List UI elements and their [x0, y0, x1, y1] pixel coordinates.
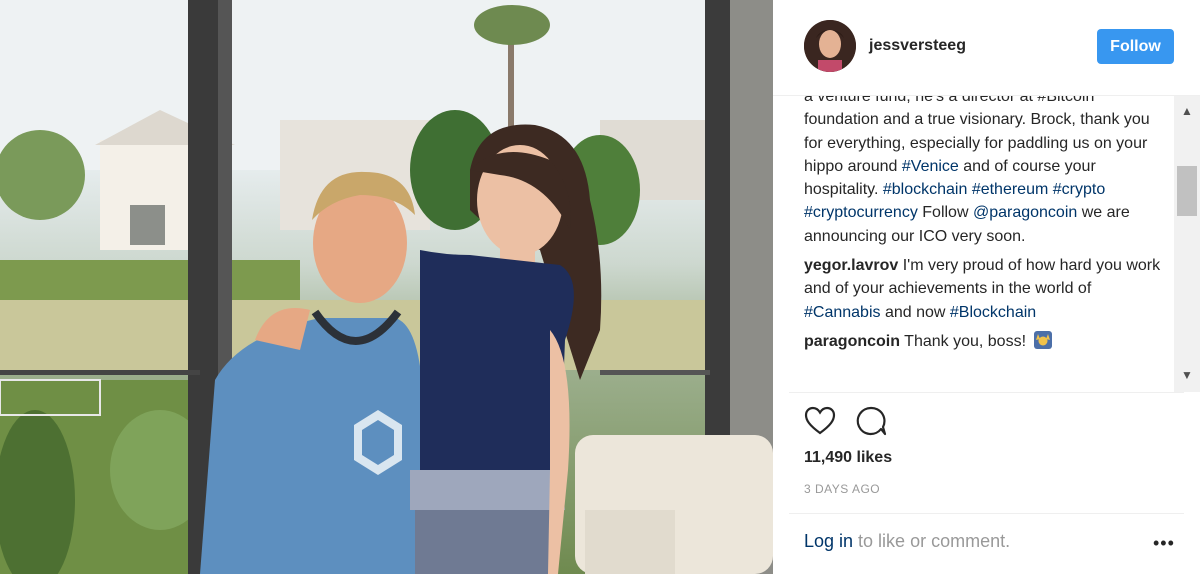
login-link[interactable]: Log in	[804, 531, 853, 551]
more-options-icon[interactable]: •••	[1153, 533, 1175, 554]
likes-count[interactable]: 11,490 likes	[804, 449, 892, 467]
caption-text: a venture fund, he's a director at #Bitc…	[804, 85, 1164, 248]
comment-username[interactable]: yegor.lavrov	[804, 257, 898, 274]
comments-scrollbar[interactable]: ▲ ▼	[1174, 96, 1200, 392]
avatar[interactable]	[804, 20, 856, 72]
comment-text: and now	[880, 303, 950, 321]
hashtag-venice[interactable]: #Venice	[902, 158, 959, 175]
mention-paragoncoin[interactable]: @paragoncoin	[973, 204, 1077, 221]
caption-segment: Follow	[917, 204, 973, 222]
scroll-down-arrow-icon[interactable]: ▼	[1174, 364, 1200, 386]
raising-hands-emoji-icon	[1034, 330, 1053, 349]
comment-username[interactable]: paragoncoin	[804, 333, 900, 350]
scroll-up-arrow-icon[interactable]: ▲	[1174, 100, 1200, 122]
post-photo[interactable]	[0, 0, 773, 574]
speech-bubble-icon[interactable]	[854, 404, 888, 438]
comment-text: Thank you, boss!	[900, 332, 1027, 350]
post-date: 3 DAYS AGO	[804, 482, 881, 496]
comments-content: a venture fund, he's a director at #Bitc…	[804, 85, 1164, 353]
comments-list[interactable]: a venture fund, he's a director at #Bitc…	[773, 82, 1173, 394]
login-prompt: Log in to like or comment.	[804, 531, 1010, 552]
hashtag-crypto[interactable]: #crypto	[1053, 181, 1105, 198]
follow-button[interactable]: Follow	[1097, 29, 1174, 64]
comment: paragoncoin Thank you, boss!	[804, 330, 1164, 353]
scrollbar-thumb[interactable]	[1177, 166, 1197, 216]
avatar-image	[804, 20, 856, 72]
login-suffix: to like or comment.	[853, 531, 1011, 551]
post-header: jessversteeg Follow	[773, 0, 1200, 96]
post-panel: jessversteeg Follow a venture fund, he's…	[773, 0, 1200, 574]
divider	[789, 513, 1184, 514]
hashtag-blockchain[interactable]: #blockchain	[883, 181, 968, 198]
heart-icon[interactable]	[803, 404, 837, 438]
comment: yegor.lavrov I'm very proud of how hard …	[804, 254, 1164, 324]
hashtag-ethereum[interactable]: #ethereum	[972, 181, 1049, 198]
hashtag-cryptocurrency[interactable]: #cryptocurrency	[804, 204, 918, 221]
post-username[interactable]: jessversteeg	[869, 37, 966, 55]
hashtag-cannabis[interactable]: #Cannabis	[804, 304, 881, 321]
photo-illustration	[0, 0, 773, 574]
divider	[789, 392, 1184, 393]
hashtag-blockchain[interactable]: #Blockchain	[950, 304, 1036, 321]
